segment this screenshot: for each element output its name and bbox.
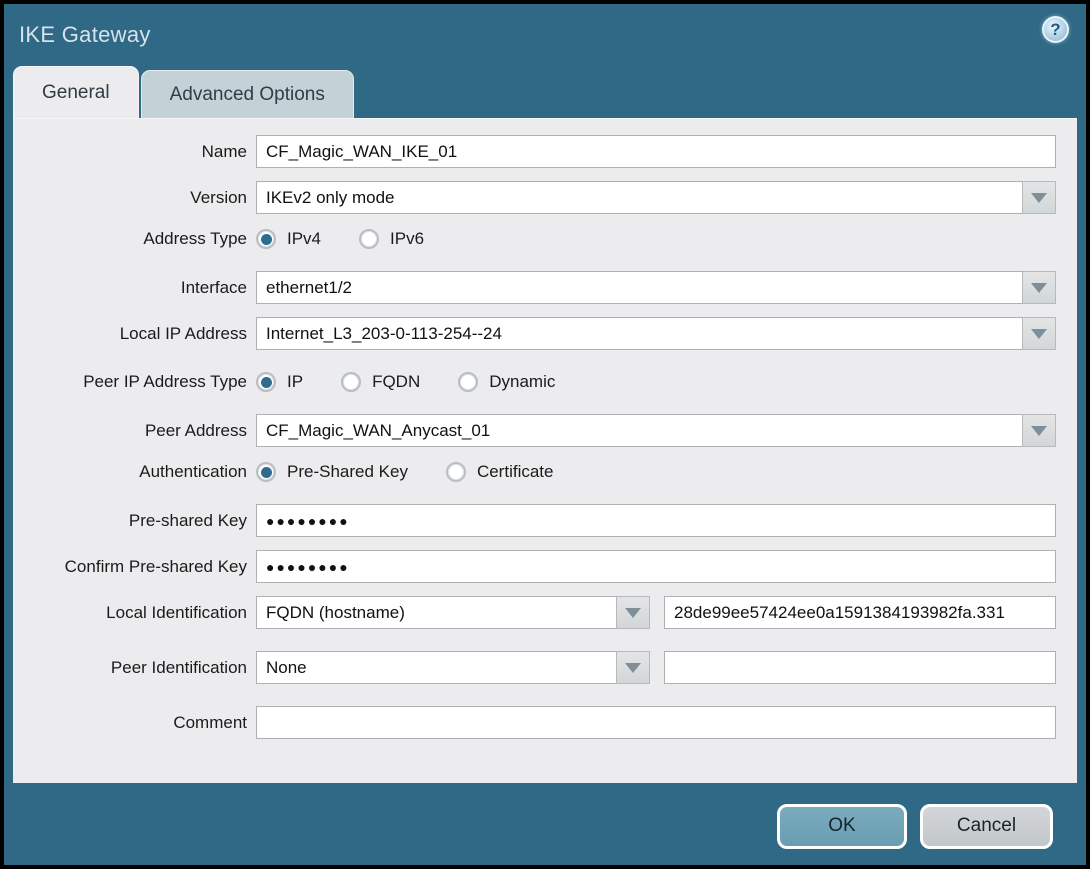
question-mark-icon: ? (1050, 20, 1061, 39)
tab-advanced-options[interactable]: Advanced Options (140, 70, 354, 118)
local-identification-label: Local Identification (106, 602, 247, 622)
interface-row: Interface (13, 271, 1077, 304)
ok-button[interactable]: OK (777, 803, 907, 849)
version-label: Version (190, 187, 247, 207)
pre-shared-key-input[interactable] (256, 504, 1056, 537)
chevron-down-icon (1031, 282, 1047, 293)
radio-certificate[interactable]: Certificate (445, 462, 554, 482)
cancel-button[interactable]: Cancel (920, 803, 1053, 849)
interface-input[interactable] (256, 271, 1022, 304)
radio-certificate-label: Certificate (476, 462, 554, 481)
confirm-pre-shared-key-input[interactable] (256, 550, 1056, 583)
authentication-label: Authentication (139, 462, 247, 481)
radio-ip-circle (256, 372, 276, 392)
peer-address-dropdown-button[interactable] (1022, 414, 1056, 447)
local-ip-address-dropdown-button[interactable] (1022, 317, 1056, 350)
local-identification-type-input[interactable] (256, 596, 616, 629)
address-type-row: Address Type IPv4 IPv6 (13, 229, 1077, 249)
radio-fqdn-label: FQDN (372, 372, 421, 391)
radio-ipv4-label: IPv4 (287, 229, 322, 248)
interface-dropdown-button[interactable] (1022, 271, 1056, 304)
comment-input[interactable] (256, 706, 1056, 739)
local-identification-dropdown-button[interactable] (616, 596, 650, 629)
radio-ip-label: IP (287, 372, 304, 391)
radio-fqdn[interactable]: FQDN (341, 372, 420, 392)
address-type-label: Address Type (143, 229, 247, 248)
radio-ipv6-circle (359, 229, 380, 249)
dialog-footer: OK Cancel (4, 783, 1086, 865)
radio-certificate-circle (445, 462, 466, 482)
local-identification-row: Local Identification (13, 596, 1077, 629)
chevron-down-icon (625, 662, 641, 673)
radio-ipv4-circle (256, 229, 276, 249)
peer-identification-type-input[interactable] (256, 651, 616, 684)
chevron-down-icon (1031, 192, 1047, 203)
peer-address-label: Peer Address (144, 420, 247, 440)
interface-label: Interface (180, 277, 247, 297)
peer-ip-address-type-row: Peer IP Address Type IP FQDN Dynamic (13, 372, 1077, 392)
peer-identification-dropdown-button[interactable] (616, 651, 650, 684)
radio-dynamic[interactable]: Dynamic (458, 372, 555, 392)
peer-address-row: Peer Address (13, 414, 1077, 447)
name-row: Name (13, 135, 1077, 168)
radio-pre-shared-key-circle (256, 462, 276, 482)
authentication-row: Authentication Pre-Shared Key Certificat… (13, 462, 1077, 482)
peer-identification-label: Peer Identification (110, 657, 247, 677)
chevron-down-icon (1031, 328, 1047, 339)
name-input[interactable] (256, 135, 1056, 168)
version-dropdown-button[interactable] (1022, 181, 1056, 214)
confirm-pre-shared-key-row: Confirm Pre-shared Key (13, 550, 1077, 583)
version-row: Version (13, 181, 1077, 214)
radio-ipv6-label: IPv6 (390, 229, 425, 248)
peer-ip-address-type-label: Peer IP Address Type (83, 372, 247, 391)
dialog-titlebar: IKE Gateway ? (4, 4, 1086, 66)
tab-bar: General Advanced Options (13, 66, 1086, 118)
pre-shared-key-label: Pre-shared Key (128, 510, 247, 530)
radio-ip[interactable]: IP (256, 372, 303, 392)
radio-dynamic-circle (458, 372, 479, 392)
radio-pre-shared-key[interactable]: Pre-Shared Key (256, 462, 408, 482)
chevron-down-icon (1031, 425, 1047, 436)
tab-advanced-options-label: Advanced Options (169, 83, 325, 105)
tab-general[interactable]: General (13, 66, 139, 118)
local-ip-address-row: Local IP Address (13, 317, 1077, 350)
confirm-pre-shared-key-label: Confirm Pre-shared Key (64, 556, 247, 576)
comment-label: Comment (173, 712, 247, 732)
local-identification-value-input[interactable] (664, 596, 1056, 629)
radio-dynamic-label: Dynamic (489, 372, 556, 391)
peer-identification-value-input[interactable] (664, 651, 1056, 684)
general-tab-panel: Name Version Address Type (13, 118, 1077, 783)
radio-fqdn-circle (341, 372, 362, 392)
radio-ipv4[interactable]: IPv4 (256, 229, 321, 249)
help-button[interactable]: ? (1042, 16, 1069, 43)
local-ip-address-input[interactable] (256, 317, 1022, 350)
peer-address-input[interactable] (256, 414, 1022, 447)
version-input[interactable] (256, 181, 1022, 214)
ike-gateway-dialog: IKE Gateway ? General Advanced Options N… (0, 0, 1090, 869)
local-ip-address-label: Local IP Address (119, 323, 247, 343)
radio-pre-shared-key-label: Pre-Shared Key (287, 462, 408, 481)
peer-identification-row: Peer Identification (13, 651, 1077, 684)
radio-ipv6[interactable]: IPv6 (359, 229, 424, 249)
pre-shared-key-row: Pre-shared Key (13, 504, 1077, 537)
name-label: Name (201, 141, 247, 161)
comment-row: Comment (13, 706, 1077, 739)
dialog-title: IKE Gateway (19, 22, 151, 47)
tab-general-label: General (42, 81, 110, 103)
chevron-down-icon (625, 607, 641, 618)
